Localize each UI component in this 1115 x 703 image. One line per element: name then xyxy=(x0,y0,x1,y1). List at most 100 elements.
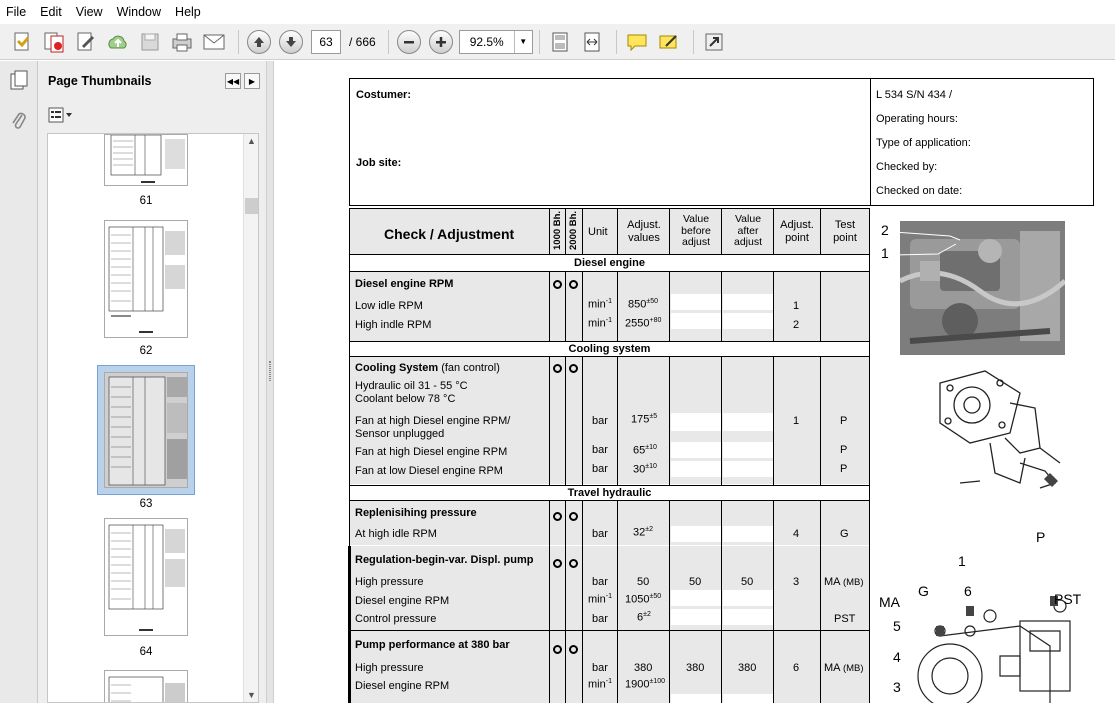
table-top-border xyxy=(350,208,869,209)
adjust-point-regulation: 3 xyxy=(793,576,800,588)
fan-high-value: 65 xyxy=(633,444,646,457)
expand-button[interactable] xyxy=(700,28,728,56)
zoom-select[interactable]: 92.5% ▼ xyxy=(458,29,533,54)
thumbnail-page-61[interactable] xyxy=(104,134,188,186)
unit-min-text: min xyxy=(588,678,606,691)
chevron-down-icon[interactable]: ▼ xyxy=(513,30,532,53)
menu-help[interactable]: Help xyxy=(175,5,201,19)
thumbnail-page-62[interactable] xyxy=(104,220,188,338)
figure3-label-ma: MA xyxy=(879,594,900,610)
plus-icon xyxy=(435,36,446,47)
thumbnail-page-63[interactable] xyxy=(104,372,188,488)
replenish-tol: ±2 xyxy=(645,526,653,533)
minus-icon xyxy=(403,40,414,43)
panel-menu-button[interactable]: ▶ xyxy=(244,73,260,89)
zoom-out-button[interactable] xyxy=(395,28,423,56)
figure2-label-1: 1 xyxy=(958,553,966,569)
upload-button[interactable] xyxy=(104,28,132,56)
thumbnail-list[interactable]: 61 62 63 64 ▲ ▼ xyxy=(47,133,259,703)
edit-button[interactable] xyxy=(72,28,100,56)
value-after-low-idle[interactable] xyxy=(723,294,773,310)
checked-on-label: Checked on date: xyxy=(876,185,963,197)
perf-rpm-value: 1900 xyxy=(625,678,650,691)
menu-file[interactable]: File xyxy=(6,5,26,19)
pump-assembly-drawing xyxy=(917,596,1071,703)
check-adjustment-table: Check / Adjustment 1000 Bh. 2000 Bh. Uni… xyxy=(348,208,870,703)
zoom-in-button[interactable] xyxy=(427,28,455,56)
menu-view[interactable]: View xyxy=(76,5,103,19)
value-before-reg-control[interactable] xyxy=(671,609,721,625)
unit-min-text: min xyxy=(588,298,606,311)
page-thumbnails-tab[interactable] xyxy=(0,61,38,101)
row-fan-unplugged-1: Fan at high Diesel engine RPM/ xyxy=(355,415,511,427)
save-button[interactable] xyxy=(136,28,164,56)
value-before-replenish[interactable] xyxy=(671,526,721,542)
scroll-up-icon[interactable]: ▲ xyxy=(244,134,258,148)
unit-bar: bar xyxy=(592,662,608,674)
fit-page-icon xyxy=(552,32,568,51)
value-before-low-idle[interactable] xyxy=(671,294,721,310)
value-after-high-idle[interactable] xyxy=(723,313,773,329)
adjust-value-replenish: 32±2 xyxy=(633,526,653,539)
test-point-ma: MA xyxy=(824,662,840,674)
unit-min-exp: -1 xyxy=(605,593,612,600)
combine-button[interactable] xyxy=(40,28,68,56)
create-pdf-button[interactable] xyxy=(8,28,36,56)
scrollbar-thumb[interactable] xyxy=(245,198,258,214)
page-number-input[interactable]: 63 xyxy=(311,29,341,54)
highlight-button[interactable] xyxy=(655,28,683,56)
thumbnail-options-button[interactable] xyxy=(38,101,266,129)
splitter-grip[interactable] xyxy=(269,361,271,381)
value-after-perf-high-pressure: 380 xyxy=(738,662,757,674)
document-view[interactable]: Costumer: Job site: L 534 S/N 434 / Oper… xyxy=(275,61,1115,703)
adjust-value-fan-high: 65±10 xyxy=(633,444,657,457)
thumbnail-scrollbar[interactable]: ▲ ▼ xyxy=(243,134,258,702)
thumbnail-page-64[interactable] xyxy=(104,518,188,636)
value-after-fan-low[interactable] xyxy=(723,461,773,477)
unit-bar: bar xyxy=(592,415,608,427)
value-after-fan-high[interactable] xyxy=(723,442,773,458)
toolbar-separator xyxy=(538,29,540,54)
adjust-point-replenish: 4 xyxy=(793,528,800,540)
value-after-reg-rpm[interactable] xyxy=(723,590,773,606)
panel-splitter[interactable] xyxy=(266,61,274,703)
value-before-reg-rpm[interactable] xyxy=(671,590,721,606)
value-before-perf-rpm[interactable] xyxy=(671,694,721,703)
fit-page-button[interactable] xyxy=(546,28,574,56)
print-button[interactable] xyxy=(168,28,196,56)
menu-edit[interactable]: Edit xyxy=(40,5,62,19)
double-left-icon: ◀◀ xyxy=(226,76,240,86)
comment-button[interactable] xyxy=(623,28,651,56)
value-after-replenish[interactable] xyxy=(723,526,773,542)
toolbar-separator xyxy=(238,29,239,54)
fit-width-icon xyxy=(584,32,600,51)
column-header-1000: 1000 Bh. xyxy=(552,210,563,250)
value-after-reg-control[interactable] xyxy=(723,609,773,625)
value-before-fan-low[interactable] xyxy=(671,461,721,477)
thumbnail-page-65[interactable] xyxy=(104,670,188,702)
attachments-tab[interactable] xyxy=(0,101,38,141)
test-point-fan-low: P xyxy=(840,463,848,475)
value-after-fan-unplugged[interactable] xyxy=(723,413,773,431)
previous-page-button[interactable] xyxy=(245,28,273,56)
reg-rpm-tol: ±50 xyxy=(649,593,662,600)
adjust-value-reg-rpm: 1050±50 xyxy=(625,593,661,606)
email-button[interactable] xyxy=(200,28,228,56)
test-point-fan-high: P xyxy=(840,444,848,456)
zoom-value[interactable]: 92.5% xyxy=(460,35,514,49)
value-before-fan-high[interactable] xyxy=(671,442,721,458)
menu-window[interactable]: Window xyxy=(117,5,161,19)
operating-hours-label: Operating hours: xyxy=(876,113,958,125)
value-before-fan-unplugged[interactable] xyxy=(671,413,721,431)
next-page-button[interactable] xyxy=(277,28,305,56)
collapse-panel-button[interactable]: ◀◀ xyxy=(225,73,241,89)
combine-icon xyxy=(44,32,64,52)
value-after-perf-rpm[interactable] xyxy=(723,694,773,703)
scroll-down-icon[interactable]: ▼ xyxy=(244,688,258,702)
value-before-high-idle[interactable] xyxy=(671,313,721,329)
fan-high-tol: ±10 xyxy=(645,444,657,451)
fit-width-button[interactable] xyxy=(578,28,606,56)
unit-min: min-1 xyxy=(588,678,612,691)
interval-1000-icon xyxy=(553,364,562,373)
figure3-label-3: 3 xyxy=(893,679,901,695)
